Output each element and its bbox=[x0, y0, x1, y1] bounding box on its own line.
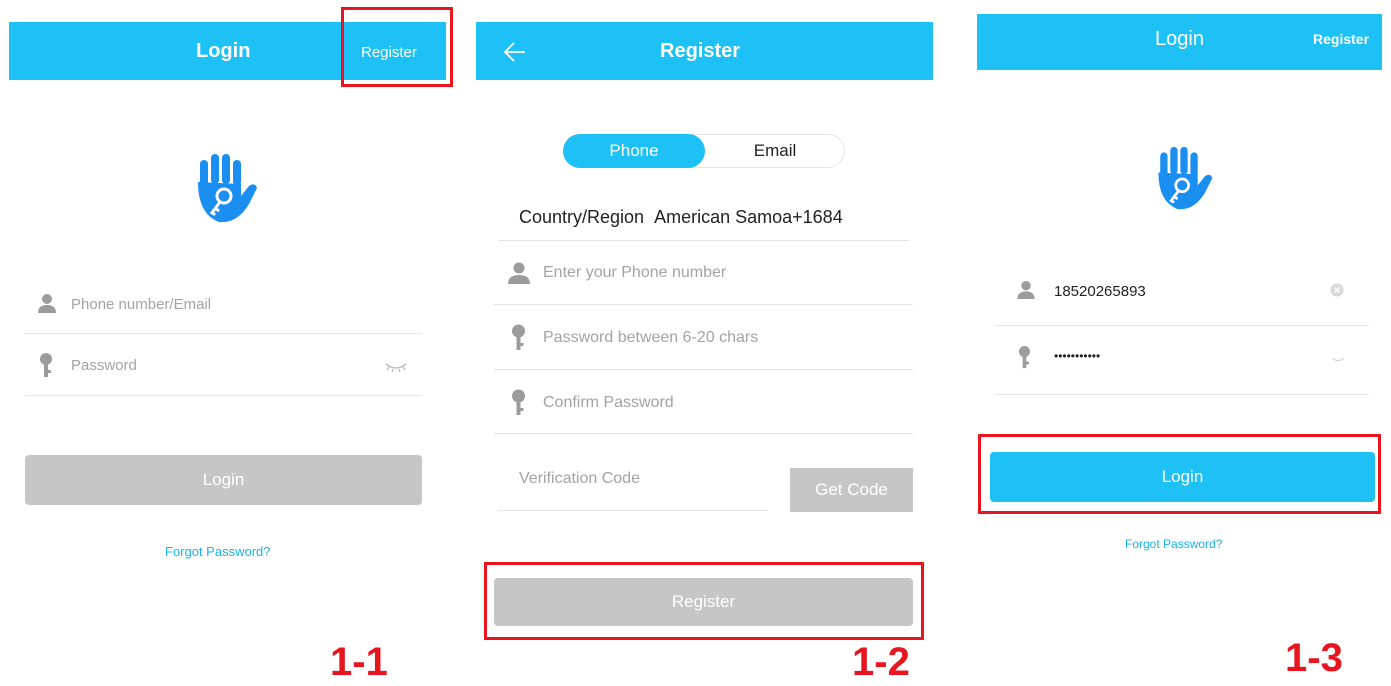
country-label: Country/Region bbox=[519, 207, 645, 227]
key-icon bbox=[40, 353, 52, 377]
country-region-row[interactable]: Country/Region American Samoa+1684 bbox=[519, 207, 843, 228]
key-icon bbox=[1018, 346, 1031, 369]
divider bbox=[498, 240, 909, 241]
password-input[interactable]: Password between 6-20 chars bbox=[543, 329, 758, 347]
page-title: Login bbox=[1155, 28, 1204, 50]
divider bbox=[995, 394, 1369, 395]
back-arrow-icon[interactable] bbox=[503, 40, 527, 64]
highlight-box bbox=[341, 7, 453, 87]
tab-phone[interactable]: Phone bbox=[563, 134, 705, 168]
get-code-button[interactable]: Get Code bbox=[790, 468, 913, 512]
tab-email[interactable]: Email bbox=[705, 134, 845, 168]
divider bbox=[498, 510, 768, 511]
forgot-password-link[interactable]: Forgot Password? bbox=[1125, 537, 1222, 551]
divider bbox=[995, 325, 1369, 326]
clear-icon[interactable] bbox=[1330, 283, 1344, 297]
divider bbox=[25, 333, 422, 334]
page-title: Login bbox=[196, 40, 251, 62]
register-link[interactable]: Register bbox=[1313, 31, 1369, 47]
step-label: 1-2 bbox=[852, 640, 910, 684]
key-icon bbox=[512, 324, 525, 350]
user-icon bbox=[38, 294, 56, 313]
hand-key-logo-icon bbox=[198, 154, 257, 223]
eye-closed-icon[interactable] bbox=[1331, 357, 1345, 364]
divider bbox=[494, 304, 913, 305]
key-icon bbox=[512, 389, 525, 415]
eye-closed-icon[interactable] bbox=[385, 362, 407, 374]
highlight-box bbox=[484, 562, 924, 640]
verification-code-input[interactable]: Verification Code bbox=[519, 470, 640, 488]
confirm-password-input[interactable]: Confirm Password bbox=[543, 394, 674, 412]
username-input[interactable]: Phone number/Email bbox=[71, 296, 211, 313]
step-label: 1-1 bbox=[330, 640, 388, 684]
password-input[interactable]: Password bbox=[71, 357, 137, 374]
password-input[interactable]: ••••••••••• bbox=[1054, 349, 1100, 363]
hand-key-logo-icon bbox=[1158, 146, 1213, 210]
user-icon bbox=[1017, 280, 1035, 299]
country-value: American Samoa+1684 bbox=[654, 207, 843, 227]
divider bbox=[494, 369, 913, 370]
user-icon bbox=[508, 262, 530, 284]
phone-input[interactable]: Enter your Phone number bbox=[543, 264, 726, 282]
highlight-box bbox=[978, 434, 1381, 514]
forgot-password-link[interactable]: Forgot Password? bbox=[165, 544, 271, 559]
divider bbox=[494, 433, 913, 434]
login-button[interactable]: Login bbox=[25, 455, 422, 505]
page-title: Register bbox=[660, 40, 741, 62]
step-label: 1-3 bbox=[1285, 636, 1343, 680]
divider bbox=[25, 395, 422, 396]
username-input[interactable]: 18520265893 bbox=[1054, 283, 1146, 300]
